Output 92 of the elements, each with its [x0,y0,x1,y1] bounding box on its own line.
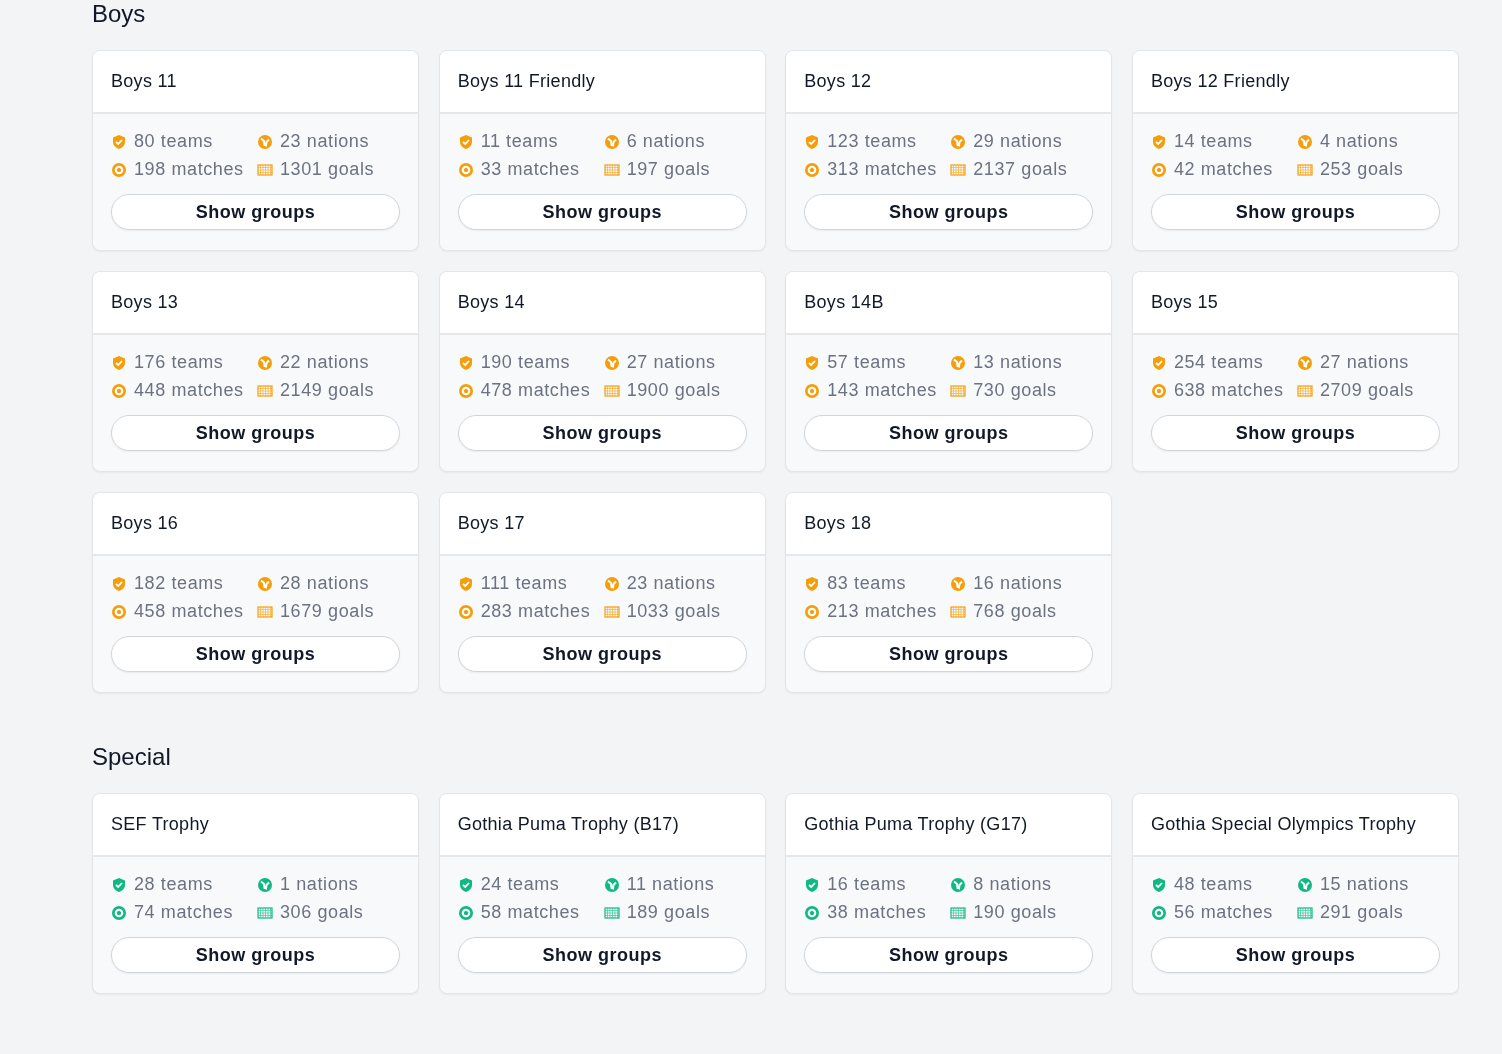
stat-text: 58 matches [480,902,580,923]
stat-text: 11 nations [626,874,715,895]
show-groups-button[interactable]: Show groups [1150,937,1440,973]
show-groups-button[interactable]: Show groups [111,636,401,672]
stat-text: 213 matches [827,601,937,622]
stat-text: 16 teams [827,874,907,895]
stat-text: 6 nations [626,131,706,152]
stat-text: 448 matches [134,380,244,401]
stat-text: 56 matches [1173,902,1273,923]
category-title: Gothia Special Olympics Trophy [1150,814,1416,835]
category-title: Gothia Puma Trophy (B17) [457,814,679,835]
stat-text: 57 teams [827,352,907,373]
category-title: Boys 18 [804,513,872,534]
stat-text: 29 nations [973,131,1063,152]
stat-text: 1033 goals [626,601,721,622]
stat-text: 15 nations [1319,874,1409,895]
show-groups-button[interactable]: Show groups [111,937,401,973]
stat-text: 74 matches [134,902,234,923]
stat-text: 13 nations [973,352,1063,373]
stat-text: 111 teams [480,573,568,594]
stat-text: 80 teams [134,131,213,152]
stat-text: 2709 goals [1319,380,1414,401]
stat-text: 4 nations [1319,131,1399,152]
stat-text: 458 matches [134,601,244,622]
stat-text: 27 nations [626,352,716,373]
stat-text: 14 teams [1173,131,1253,152]
section-heading: Special [92,743,171,771]
category-title: Boys 12 [804,71,872,92]
stat-text: 176 teams [134,352,224,373]
stat-text: 1 nations [280,874,359,895]
category-title: Boys 11 Friendly [457,71,596,92]
stat-text: 16 nations [973,573,1063,594]
stat-text: 2137 goals [973,159,1068,180]
category-title: Boys 14 [457,292,525,313]
stat-text: 38 matches [827,902,927,923]
stat-text: 283 matches [480,601,591,622]
stat-text: 123 teams [827,131,917,152]
stat-text: 478 matches [480,380,591,401]
stat-text: 11 teams [480,131,559,152]
show-groups-button[interactable]: Show groups [457,636,747,672]
stat-text: 27 nations [1319,352,1409,373]
show-groups-button[interactable]: Show groups [1150,194,1440,230]
stat-text: 182 teams [134,573,224,594]
stat-text: 253 goals [1319,159,1404,180]
stat-text: 28 nations [280,573,370,594]
stat-text: 42 matches [1173,159,1273,180]
section-heading: Boys [92,0,146,28]
category-title: Boys 15 [1150,292,1218,313]
stat-text: 8 nations [973,874,1052,895]
stat-text: 313 matches [827,159,937,180]
show-groups-button[interactable]: Show groups [804,636,1094,672]
show-groups-button[interactable]: Show groups [804,415,1094,451]
show-groups-button[interactable]: Show groups [111,415,401,451]
stat-text: 2149 goals [280,380,375,401]
stat-text: 22 nations [280,352,370,373]
stat-text: 23 nations [626,573,716,594]
show-groups-button[interactable]: Show groups [457,937,747,973]
stat-text: 306 goals [280,902,364,923]
stat-text: 198 matches [134,159,244,180]
category-title: Boys 11 [111,71,177,92]
category-title: Boys 13 [111,292,179,313]
show-groups-button[interactable]: Show groups [457,415,747,451]
stat-text: 83 teams [827,573,907,594]
stat-text: 197 goals [626,159,711,180]
category-title: Boys 14B [804,292,884,313]
show-groups-button[interactable]: Show groups [111,194,401,230]
stat-text: 638 matches [1173,380,1284,401]
show-groups-button[interactable]: Show groups [804,194,1094,230]
stat-text: 254 teams [1173,352,1264,373]
stat-text: 143 matches [827,380,937,401]
stat-text: 1301 goals [280,159,375,180]
stat-text: 28 teams [134,874,213,895]
category-title: Boys 17 [457,513,525,534]
category-title: Gothia Puma Trophy (G17) [804,814,1028,835]
stat-text: 190 goals [973,902,1057,923]
stat-text: 33 matches [480,159,580,180]
stat-text: 1679 goals [280,601,375,622]
show-groups-button[interactable]: Show groups [457,194,747,230]
stat-text: 291 goals [1319,902,1404,923]
stat-text: 24 teams [480,874,560,895]
stat-text: 768 goals [973,601,1057,622]
stat-text: 23 nations [280,131,370,152]
category-title: SEF Trophy [111,814,210,835]
category-title: Boys 16 [111,513,179,534]
stat-text: 190 teams [480,352,571,373]
stat-text: 189 goals [626,902,711,923]
category-title: Boys 12 Friendly [1150,71,1290,92]
stat-text: 1900 goals [626,380,721,401]
stat-text: 48 teams [1173,874,1253,895]
show-groups-button[interactable]: Show groups [804,937,1094,973]
stat-text: 730 goals [973,380,1057,401]
show-groups-button[interactable]: Show groups [1150,415,1440,451]
